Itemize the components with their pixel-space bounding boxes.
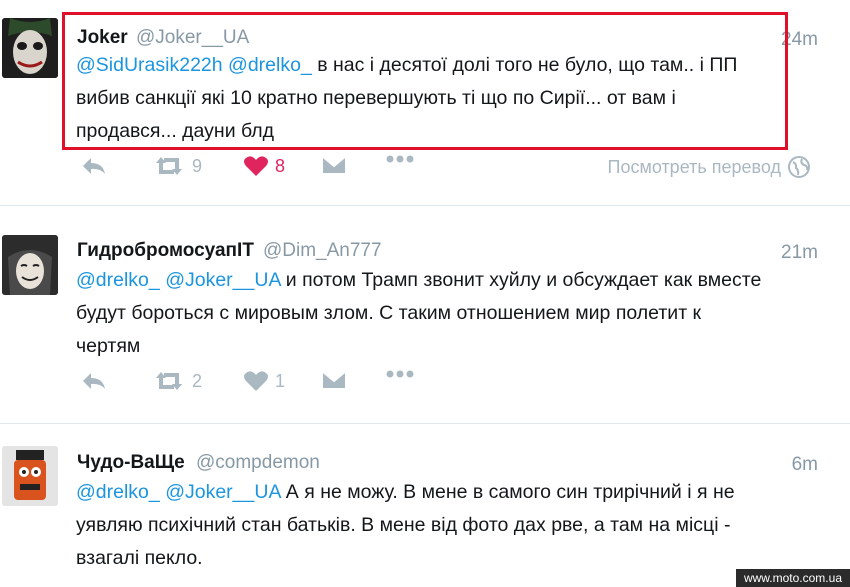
mention-link[interactable]: @Joker__UA <box>165 481 280 503</box>
text-line: чертям <box>76 335 141 357</box>
joker-avatar-image <box>2 18 58 78</box>
tweet-time[interactable]: 21m <box>781 242 818 264</box>
more-button[interactable] <box>386 370 414 378</box>
retweet-icon <box>156 372 182 390</box>
tweet-text: @drelko_ @Joker__UA А я не можу. В мене … <box>76 476 821 575</box>
mention-link[interactable]: @drelko_ <box>76 481 160 503</box>
text-line: взагалі пекло. <box>76 547 203 569</box>
dm-button[interactable] <box>321 155 347 175</box>
watermark: www.moto.com.ua <box>735 569 850 587</box>
reply-icon <box>83 158 105 174</box>
reply-icon <box>83 373 105 389</box>
author-name[interactable]: Чудо-ВаЩе <box>77 452 185 474</box>
like-count: 1 <box>275 370 286 391</box>
tweet-actions: 9 8 Посмотреть перевод <box>76 155 821 185</box>
mention-link[interactable]: @Joker__UA <box>165 269 280 291</box>
tweet-3: Чудо-ВаЩе @compdemon 6m @drelko_ @Joker_… <box>0 424 850 587</box>
mask-avatar-image <box>2 235 58 295</box>
tweet-time[interactable]: 6m <box>792 454 818 476</box>
mention-link[interactable]: @drelko_ <box>76 269 160 291</box>
like-button[interactable]: 8 <box>243 155 285 177</box>
retweet-button[interactable]: 9 <box>152 155 202 177</box>
heart-icon <box>244 371 268 391</box>
retweet-count: 2 <box>192 370 203 391</box>
reply-button[interactable] <box>80 155 108 177</box>
author-handle[interactable]: @compdemon <box>196 452 320 474</box>
like-count: 8 <box>275 155 286 176</box>
heart-icon <box>244 156 268 176</box>
more-dots-icon <box>386 155 414 163</box>
reply-button[interactable] <box>80 370 108 392</box>
text-line: будут бороться с мировым злом. С таким о… <box>76 302 702 324</box>
envelope-icon <box>321 155 347 175</box>
globe-icon <box>788 156 810 178</box>
robot-avatar-image <box>2 446 58 506</box>
avatar-joker[interactable] <box>2 18 58 78</box>
text-line: А я не можу. В мене в самого син трирічн… <box>285 481 735 503</box>
more-dots-icon <box>386 370 414 378</box>
avatar-compdemon[interactable] <box>2 446 58 506</box>
author-name[interactable]: ГидробромосуапIT <box>77 240 254 262</box>
text-line: и потом Трамп звонит хуйлу и обсуждает к… <box>285 269 762 291</box>
retweet-count: 9 <box>192 155 203 176</box>
tweet-2: ГидробромосуапIT @Dim_An777 21m @drelko_… <box>0 206 850 423</box>
tweet-actions: 2 1 <box>76 370 821 400</box>
retweet-icon <box>156 157 182 175</box>
author-handle[interactable]: @Dim_An777 <box>263 240 382 262</box>
dm-button[interactable] <box>321 370 347 390</box>
translate-label: Посмотреть перевод <box>607 156 782 177</box>
more-button[interactable] <box>386 155 414 163</box>
highlight-box <box>62 12 788 150</box>
translate-link[interactable]: Посмотреть перевод <box>608 155 812 179</box>
retweet-button[interactable]: 2 <box>152 370 202 392</box>
like-button[interactable]: 1 <box>243 370 285 392</box>
avatar-dim[interactable] <box>2 235 58 295</box>
text-line: уявляю психічний стан батьків. В мене ві… <box>76 514 731 536</box>
envelope-icon <box>321 370 347 390</box>
tweet-text: @drelko_ @Joker__UA и потом Трамп звонит… <box>76 264 821 363</box>
